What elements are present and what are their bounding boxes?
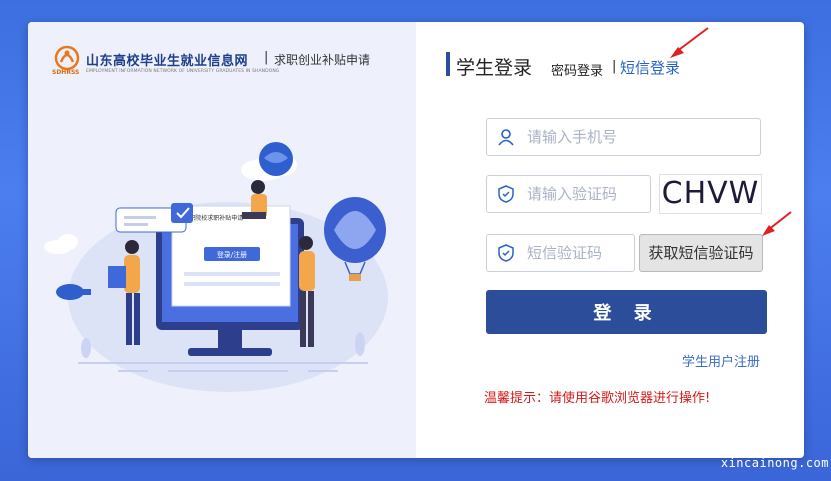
- captcha-image[interactable]: CHVW: [659, 174, 762, 214]
- login-button[interactable]: 登 录: [486, 290, 767, 334]
- illustration-panel: SDHRSS 山东高校毕业生就业信息网 | 求职创业补贴申请 EMPLOYMEN…: [28, 22, 416, 458]
- title-accent-bar: [446, 52, 450, 76]
- user-icon: [498, 129, 514, 146]
- annotation-arrow-icon: [762, 211, 792, 236]
- captcha-field: [486, 175, 651, 213]
- sms-code-input[interactable]: [527, 235, 626, 271]
- tab-divider: |: [612, 59, 617, 74]
- sms-code-field: [486, 234, 635, 272]
- login-illustration: 登录/注册 ◎中职院校求职补贴申请: [44, 142, 388, 392]
- register-link[interactable]: 学生用户注册: [682, 351, 760, 370]
- get-sms-code-button[interactable]: 获取短信验证码: [639, 234, 763, 272]
- watermark: xincainong.com: [720, 456, 829, 470]
- phone-field: [486, 118, 761, 156]
- login-panel: 学生登录 密码登录 | 短信登录 CHVW 获取短信验证码: [416, 22, 804, 458]
- illustration-screen-button: 登录/注册: [217, 250, 247, 259]
- phone-input[interactable]: [527, 119, 752, 155]
- login-card: SDHRSS 山东高校毕业生就业信息网 | 求职创业补贴申请 EMPLOYMEN…: [28, 22, 804, 458]
- captcha-input[interactable]: [527, 176, 642, 212]
- shield-check-icon: [498, 185, 514, 203]
- login-title: 学生登录: [456, 57, 533, 79]
- annotation-arrow-icon: [670, 27, 709, 58]
- tab-password-login[interactable]: 密码登录: [551, 60, 603, 79]
- shield-check-icon: [498, 244, 514, 262]
- browser-tip: 温馨提示：请使用谷歌浏览器进行操作!: [484, 391, 711, 406]
